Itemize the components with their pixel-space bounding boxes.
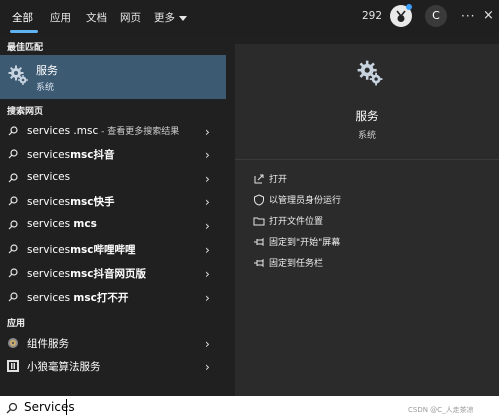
section-apps: 应用	[7, 319, 26, 329]
web-result-4[interactable]: services mcs ›	[0, 214, 226, 237]
shield-icon	[254, 194, 264, 206]
pin-icon	[254, 237, 264, 247]
web-result-text: services	[27, 149, 71, 161]
best-match-title: 服务	[36, 64, 58, 77]
top-bar: 全部 应用 文档 网页 更多 292 C ··· ×	[0, 0, 499, 36]
rewards-points: 292	[362, 10, 383, 22]
search-icon	[8, 126, 18, 136]
chevron-right-icon[interactable]: ›	[205, 148, 210, 162]
search-input[interactable]	[24, 398, 404, 416]
services-gear-icon	[8, 65, 28, 85]
section-best-match: 最佳匹配	[7, 43, 44, 53]
web-result-bold: msc打不开	[73, 292, 129, 304]
search-icon	[8, 292, 18, 302]
action-label: 固定到"开始"屏幕	[269, 238, 341, 248]
web-result-text: services	[27, 292, 74, 304]
watermark: CSDN @C_人走茶凉	[408, 406, 474, 414]
app-result-rime-service[interactable]: 小狼毫算法服务 ›	[0, 355, 226, 378]
web-result-3[interactable]: servicesmsc快手 ›	[0, 190, 226, 213]
action-label: 固定到任务栏	[269, 259, 324, 269]
chevron-down-icon	[179, 15, 187, 21]
component-services-icon	[8, 338, 18, 348]
search-icon	[8, 196, 18, 206]
chevron-right-icon[interactable]: ›	[205, 360, 210, 374]
web-result-bold: msc抖音	[70, 149, 115, 161]
more-options-icon[interactable]: ···	[461, 9, 475, 23]
tab-more[interactable]: 更多	[154, 8, 187, 28]
detail-header: 服务 系统	[235, 44, 499, 159]
tab-web[interactable]: 网页	[120, 8, 141, 28]
search-icon	[8, 173, 18, 183]
notification-dot	[406, 4, 412, 10]
web-result-text: services	[27, 171, 71, 183]
rewards-medal-icon[interactable]	[390, 4, 412, 27]
search-icon	[8, 220, 18, 230]
close-icon[interactable]: ×	[483, 8, 494, 23]
chevron-right-icon[interactable]: ›	[205, 172, 210, 186]
web-result-0[interactable]: services .msc - 查看更多搜索结果 ›	[0, 120, 226, 143]
pin-icon	[254, 258, 264, 268]
search-icon	[8, 244, 18, 254]
web-result-6[interactable]: servicesmsc抖音网页版 ›	[0, 262, 226, 285]
tab-apps[interactable]: 应用	[50, 8, 71, 28]
search-icon	[8, 268, 18, 278]
web-result-text: services	[27, 196, 71, 208]
section-search-web: 搜索网页	[7, 107, 44, 117]
web-result-1[interactable]: servicesmsc抖音 ›	[0, 143, 226, 166]
web-result-text: services	[27, 268, 71, 280]
detail-panel: 服务 系统 打开 以管理员身份运行 打开文件位置 固定到"开始"屏幕 固定到任务…	[235, 44, 499, 396]
active-tab-indicator	[10, 30, 38, 33]
tab-documents[interactable]: 文档	[86, 8, 107, 28]
action-label: 打开文件位置	[269, 217, 324, 227]
web-result-bold: msc快手	[70, 196, 115, 208]
folder-icon	[253, 217, 265, 226]
chevron-right-icon[interactable]: ›	[205, 267, 210, 281]
tab-all[interactable]: 全部	[12, 8, 33, 28]
avatar[interactable]: C	[425, 5, 447, 27]
chevron-right-icon[interactable]: ›	[205, 291, 210, 305]
web-result-bold: msc哔哩哔哩	[70, 244, 136, 256]
app-result-label: 组件服务	[27, 338, 69, 350]
search-icon	[8, 149, 18, 159]
detail-title: 服务	[355, 109, 379, 123]
chevron-right-icon[interactable]: ›	[205, 243, 210, 257]
action-label: 以管理员身份运行	[269, 196, 342, 206]
web-result-text: services	[27, 218, 74, 230]
web-result-text: services	[27, 244, 71, 256]
app-result-component-services[interactable]: 组件服务 ›	[0, 332, 226, 355]
best-match-item[interactable]: 服务 系统	[0, 55, 226, 99]
web-result-5[interactable]: servicesmsc哔哩哔哩 ›	[0, 238, 226, 261]
app-result-label: 小狼毫算法服务	[27, 361, 101, 373]
chevron-right-icon[interactable]: ›	[205, 195, 210, 209]
web-result-2[interactable]: services ›	[0, 167, 226, 190]
search-icon	[6, 402, 18, 414]
chevron-right-icon[interactable]: ›	[205, 125, 210, 139]
web-result-7[interactable]: services msc打不开 ›	[0, 286, 226, 309]
open-icon	[254, 174, 264, 184]
text-cursor	[66, 399, 67, 415]
best-match-subtitle: 系统	[36, 83, 55, 93]
chevron-right-icon[interactable]: ›	[205, 219, 210, 233]
divider	[235, 159, 499, 160]
action-label: 打开	[269, 175, 288, 185]
web-result-text: services .msc	[27, 125, 99, 137]
web-result-bold: mcs	[73, 218, 97, 230]
services-gear-icon	[357, 60, 383, 86]
detail-subtitle: 系统	[357, 131, 376, 141]
tab-more-label: 更多	[154, 12, 175, 24]
web-result-hint: - 查看更多搜索结果	[98, 127, 180, 137]
web-result-bold: msc抖音网页版	[70, 268, 147, 280]
rime-app-icon	[7, 360, 19, 372]
chevron-right-icon[interactable]: ›	[205, 337, 210, 351]
